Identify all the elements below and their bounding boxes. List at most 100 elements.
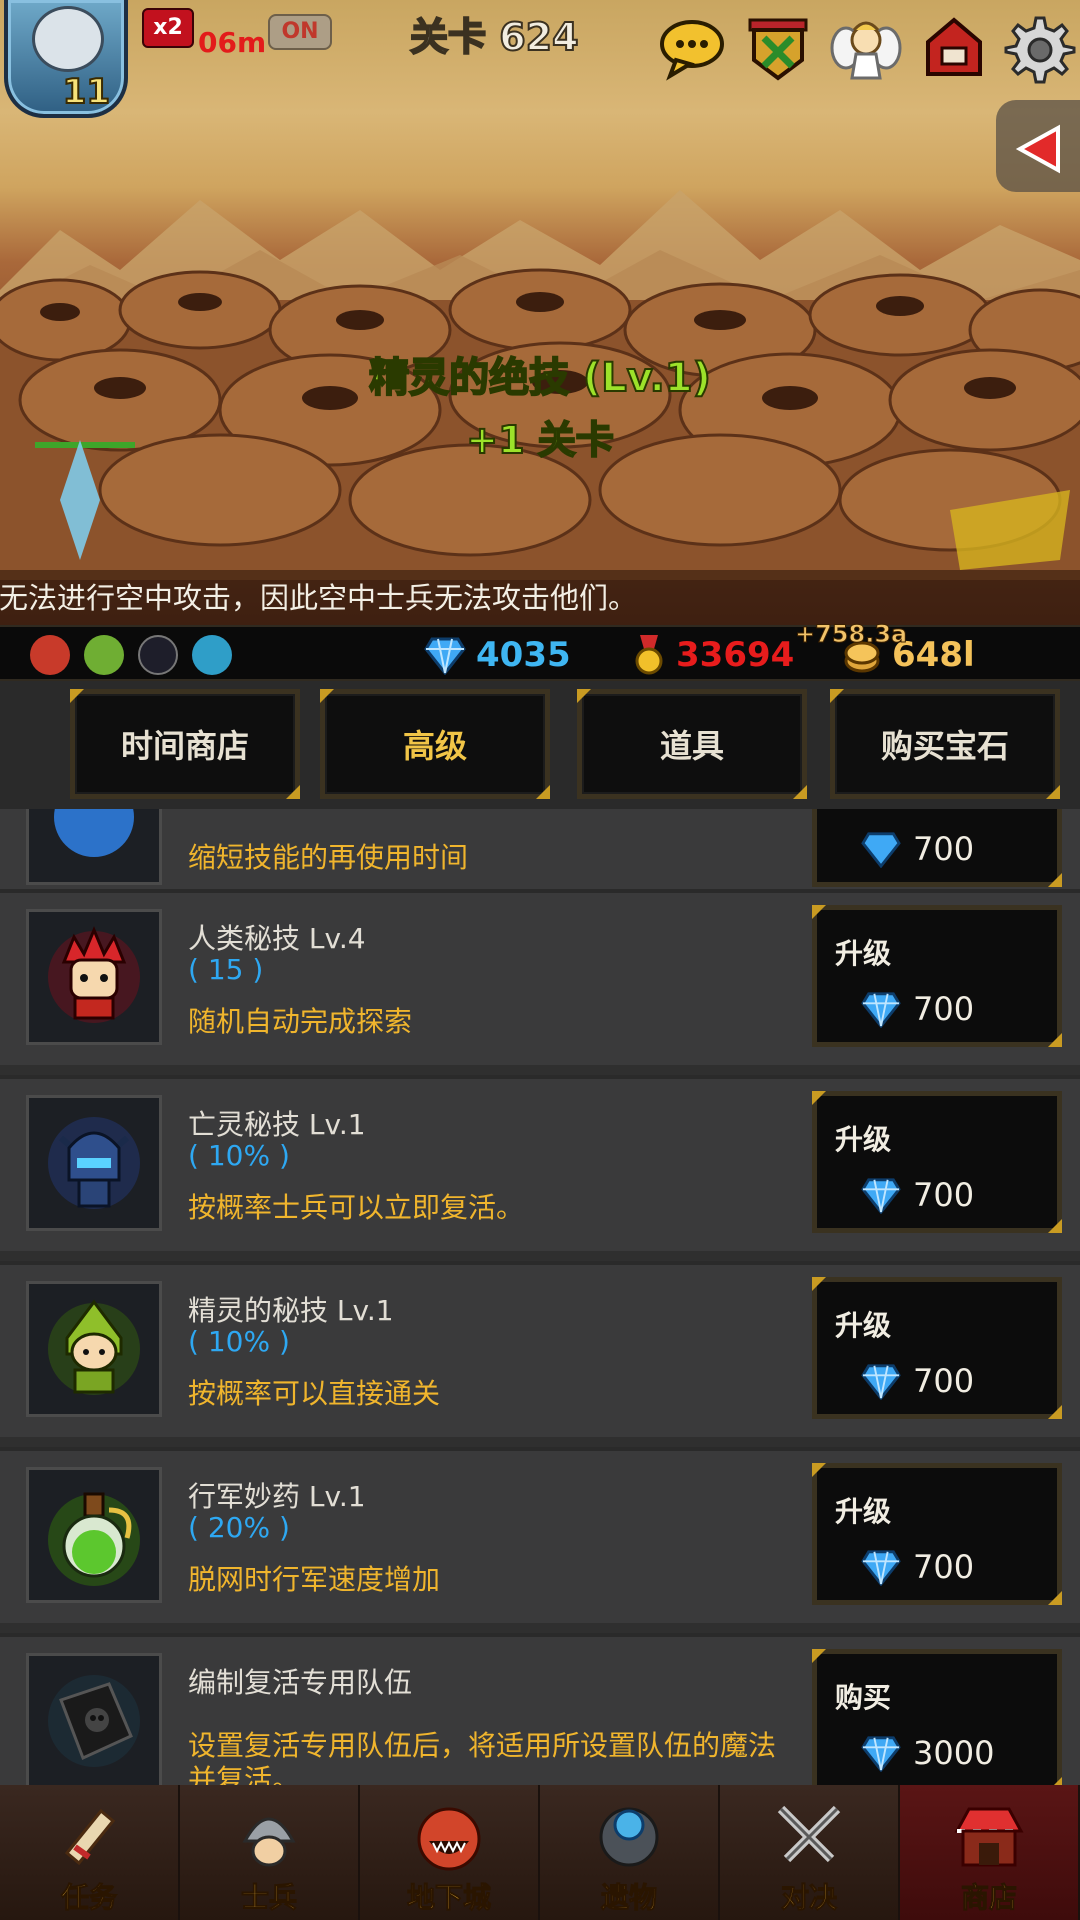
item-description: 缩短技能的再使用时间: [188, 841, 469, 874]
player-avatar[interactable]: 11: [4, 0, 128, 118]
speed-timer: 06m: [198, 26, 267, 59]
mailbox-icon: [926, 17, 982, 76]
medal-counter: 33694: [632, 635, 794, 675]
price-amount: 700: [913, 1362, 975, 1400]
item-name: 行军妙药 Lv.1: [188, 1480, 366, 1513]
info-ticker: 击无法进行空中攻击，因此空中士兵无法攻击他们。: [0, 570, 1080, 625]
price-amount: 700: [913, 1548, 975, 1586]
scroll-icon: [64, 1808, 116, 1866]
list-item: 编制复活专用队伍 设置复活专用队伍后，将适用所设置队伍的魔法并复活。 购买 30…: [0, 1633, 1080, 1785]
gem-amount: 4035: [476, 635, 571, 675]
item-value: ( 20% ): [188, 1511, 290, 1544]
guild-button[interactable]: [742, 12, 814, 84]
angel-button[interactable]: [830, 12, 902, 84]
partial-skill-icon: [26, 809, 162, 885]
human-team-icon: [30, 635, 70, 675]
item-value: ( 10% ): [188, 1325, 290, 1358]
mailbox-button[interactable]: [918, 12, 990, 84]
skill-activation-text: 精灵的绝技 (Lv.1) +1 关卡: [0, 345, 1080, 464]
price: 700: [861, 1548, 974, 1586]
nav-duel[interactable]: 对决: [720, 1785, 900, 1920]
gem-counter: 4035: [424, 635, 571, 675]
price: 700: [861, 830, 974, 868]
elf-hero-icon: [26, 1281, 162, 1417]
side-panel-toggle[interactable]: [996, 100, 1080, 192]
item-description: 按概率可以直接通关: [188, 1377, 441, 1410]
gem-icon: [861, 1364, 901, 1400]
item-description: 设置复活专用队伍后，将适用所设置队伍的魔法并复活。: [188, 1729, 777, 1785]
ox-warrior-portrait-icon: [32, 6, 104, 72]
speed-boost-icon[interactable]: x2: [142, 8, 194, 48]
resource-bar: 4035 33694 648l: [0, 625, 1080, 681]
button-label: 升级: [835, 937, 892, 970]
gem-icon: [861, 1550, 901, 1586]
undead-knight-icon: [26, 1095, 162, 1231]
nav-shop[interactable]: 商店: [900, 1785, 1080, 1920]
nav-label: 遗物: [600, 1881, 657, 1915]
auto-toggle[interactable]: ON: [268, 14, 332, 50]
potion-icon: [26, 1467, 162, 1603]
price-amount: 700: [913, 990, 975, 1028]
upgrade-button[interactable]: 升级 700: [812, 905, 1062, 1047]
human-hero-icon: [26, 909, 162, 1045]
gem-icon: [424, 637, 466, 675]
nav-soldiers[interactable]: 士兵: [180, 1785, 360, 1920]
button-label: 升级: [835, 1123, 892, 1156]
medal-amount: 33694: [676, 635, 795, 675]
dungeon-monster-icon: [417, 1807, 481, 1871]
ticker-text: 击无法进行空中攻击，因此空中士兵无法攻击他们。: [0, 581, 638, 615]
buy-button[interactable]: 购买 3000: [812, 1649, 1062, 1785]
nav-label: 地下城: [406, 1881, 491, 1915]
nav-relics[interactable]: 遗物: [540, 1785, 720, 1920]
upgrade-button[interactable]: 升级 700: [812, 1091, 1062, 1233]
gem-icon: [861, 992, 901, 1028]
gem-icon: [861, 832, 901, 868]
price-amount: 700: [913, 1176, 975, 1214]
stage-title: 关卡 624: [409, 14, 580, 60]
nav-label: 任务: [60, 1881, 117, 1915]
chat-button[interactable]: [656, 12, 728, 84]
list-item: 精灵的秘技 Lv.1 ( 10% ) 按概率可以直接通关 升级 700: [0, 1261, 1080, 1437]
item-name: 编制复活专用队伍: [188, 1666, 413, 1699]
shop-tabs: 时间商店 高级 道具 购买宝石: [0, 681, 1080, 809]
speed-badge: x2: [153, 15, 183, 40]
item-name: 精灵的秘技 Lv.1: [188, 1294, 394, 1327]
tab-time-shop[interactable]: 时间商店: [70, 689, 300, 799]
price: 700: [861, 1362, 974, 1400]
price: 700: [861, 990, 974, 1028]
undead-team-icon: [138, 635, 178, 675]
settings-button[interactable]: [1004, 12, 1076, 84]
price: 3000: [861, 1734, 994, 1772]
upgrade-button[interactable]: 700: [812, 809, 1062, 887]
button-label: 购买: [835, 1681, 892, 1714]
chat-bubble-icon: [660, 20, 724, 81]
skull-book-icon: [26, 1653, 162, 1785]
upgrade-button[interactable]: 升级 700: [812, 1463, 1062, 1605]
skill-name: 精灵的绝技 (Lv.1): [368, 354, 712, 402]
nav-dungeon[interactable]: 地下城: [360, 1785, 540, 1920]
crossed-swords-icon: [777, 1805, 841, 1863]
button-label: 升级: [835, 1309, 892, 1342]
item-name: 亡灵秘技 Lv.1: [188, 1108, 366, 1141]
list-item: 人类秘技 Lv.4 ( 15 ) 随机自动完成探索 升级 700: [0, 889, 1080, 1065]
list-item: 行军妙药 Lv.1 ( 20% ) 脱网时行军速度增加 升级 700: [0, 1447, 1080, 1623]
nav-label: 商店: [960, 1881, 1017, 1915]
angel-icon: [830, 21, 902, 80]
nav-quests[interactable]: 任务: [0, 1785, 180, 1920]
tab-items[interactable]: 道具: [577, 689, 807, 799]
price: 700: [861, 1176, 974, 1214]
player-level: 11: [62, 71, 111, 113]
item-description: 随机自动完成探索: [188, 1005, 413, 1038]
orc-team-icon: [192, 635, 232, 675]
gear-icon: [1004, 16, 1076, 84]
tab-buy-gems[interactable]: 购买宝石: [830, 689, 1060, 799]
item-value: ( 10% ): [188, 1139, 290, 1172]
upgrade-button[interactable]: 升级 700: [812, 1277, 1062, 1419]
soldier-helmet-icon: [242, 1817, 296, 1867]
gem-icon: [861, 1736, 901, 1772]
tab-premium[interactable]: 高级: [320, 689, 550, 799]
shop-item-list[interactable]: 缩短技能的再使用时间 700 人类秘技 Lv.4 ( 15 ) 随机自动完成探索…: [0, 809, 1080, 1785]
relic-orb-icon: [599, 1807, 659, 1867]
crossed-shield-icon: [748, 18, 808, 81]
elf-team-icon: [84, 635, 124, 675]
